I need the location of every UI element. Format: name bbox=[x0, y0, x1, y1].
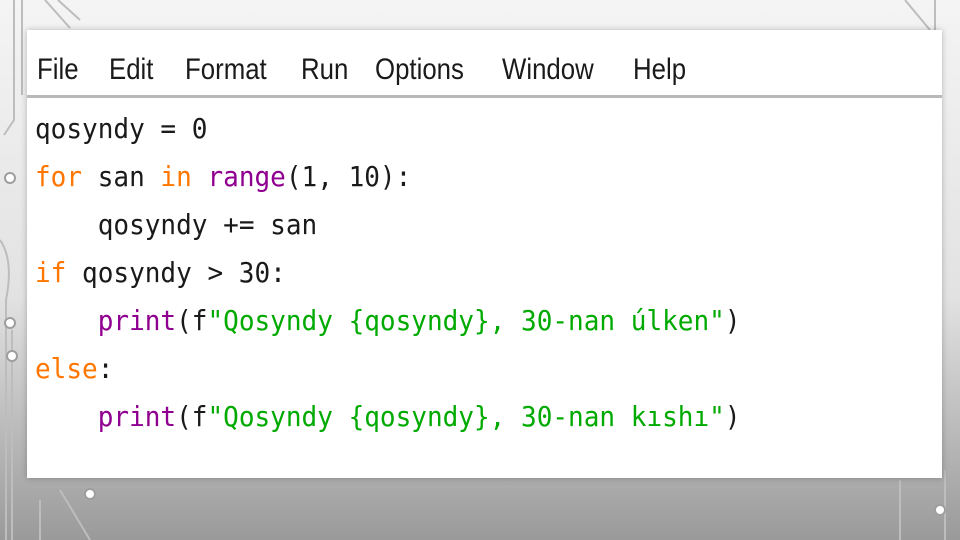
builtin-print: print bbox=[97, 304, 177, 337]
code-line-1: qosyndy = 0 bbox=[35, 112, 207, 146]
keyword-else: else bbox=[35, 352, 98, 385]
menu-file[interactable]: File bbox=[37, 52, 79, 88]
idle-editor-window: File Edit Format Run Options Window Help… bbox=[27, 30, 942, 478]
string-literal: "Qosyndy {qosyndy}, 30-nan kıshı" bbox=[207, 400, 725, 433]
code-line-3: qosyndy += san bbox=[35, 208, 317, 242]
code-text: (f bbox=[176, 400, 208, 433]
code-text: qosyndy > 30: bbox=[66, 256, 286, 289]
string-literal: "Qosyndy {qosyndy}, 30-nan úlken" bbox=[207, 304, 725, 337]
code-text: (1, 10): bbox=[285, 160, 412, 193]
code-text: qosyndy = 0 bbox=[35, 112, 208, 145]
menu-bar: File Edit Format Run Options Window Help bbox=[27, 30, 942, 98]
menu-help[interactable]: Help bbox=[633, 52, 686, 88]
keyword-in: in bbox=[160, 160, 192, 193]
keyword-for: for bbox=[35, 160, 83, 193]
code-line-6: else: bbox=[35, 352, 113, 386]
code-text: (f bbox=[176, 304, 208, 337]
code-line-5: print(f"Qosyndy {qosyndy}, 30-nan úlken"… bbox=[35, 304, 741, 338]
code-text: qosyndy += san bbox=[97, 208, 318, 241]
code-line-7: print(f"Qosyndy {qosyndy}, 30-nan kıshı"… bbox=[35, 400, 741, 434]
menu-options[interactable]: Options bbox=[375, 52, 464, 88]
code-line-2: for san in range(1, 10): bbox=[35, 160, 411, 194]
builtin-range: range bbox=[207, 160, 286, 193]
code-text: : bbox=[97, 352, 114, 385]
code-editor[interactable]: qosyndy = 0 for san in range(1, 10): qos… bbox=[27, 98, 942, 478]
code-text: san bbox=[82, 160, 161, 193]
menu-run[interactable]: Run bbox=[301, 52, 348, 88]
code-line-4: if qosyndy > 30: bbox=[35, 256, 286, 290]
menu-window[interactable]: Window bbox=[502, 52, 594, 88]
menu-edit[interactable]: Edit bbox=[109, 52, 153, 88]
code-text: ) bbox=[724, 304, 741, 337]
keyword-if: if bbox=[35, 256, 67, 289]
builtin-print: print bbox=[97, 400, 177, 433]
menu-format[interactable]: Format bbox=[185, 52, 267, 88]
code-text: ) bbox=[724, 400, 741, 433]
